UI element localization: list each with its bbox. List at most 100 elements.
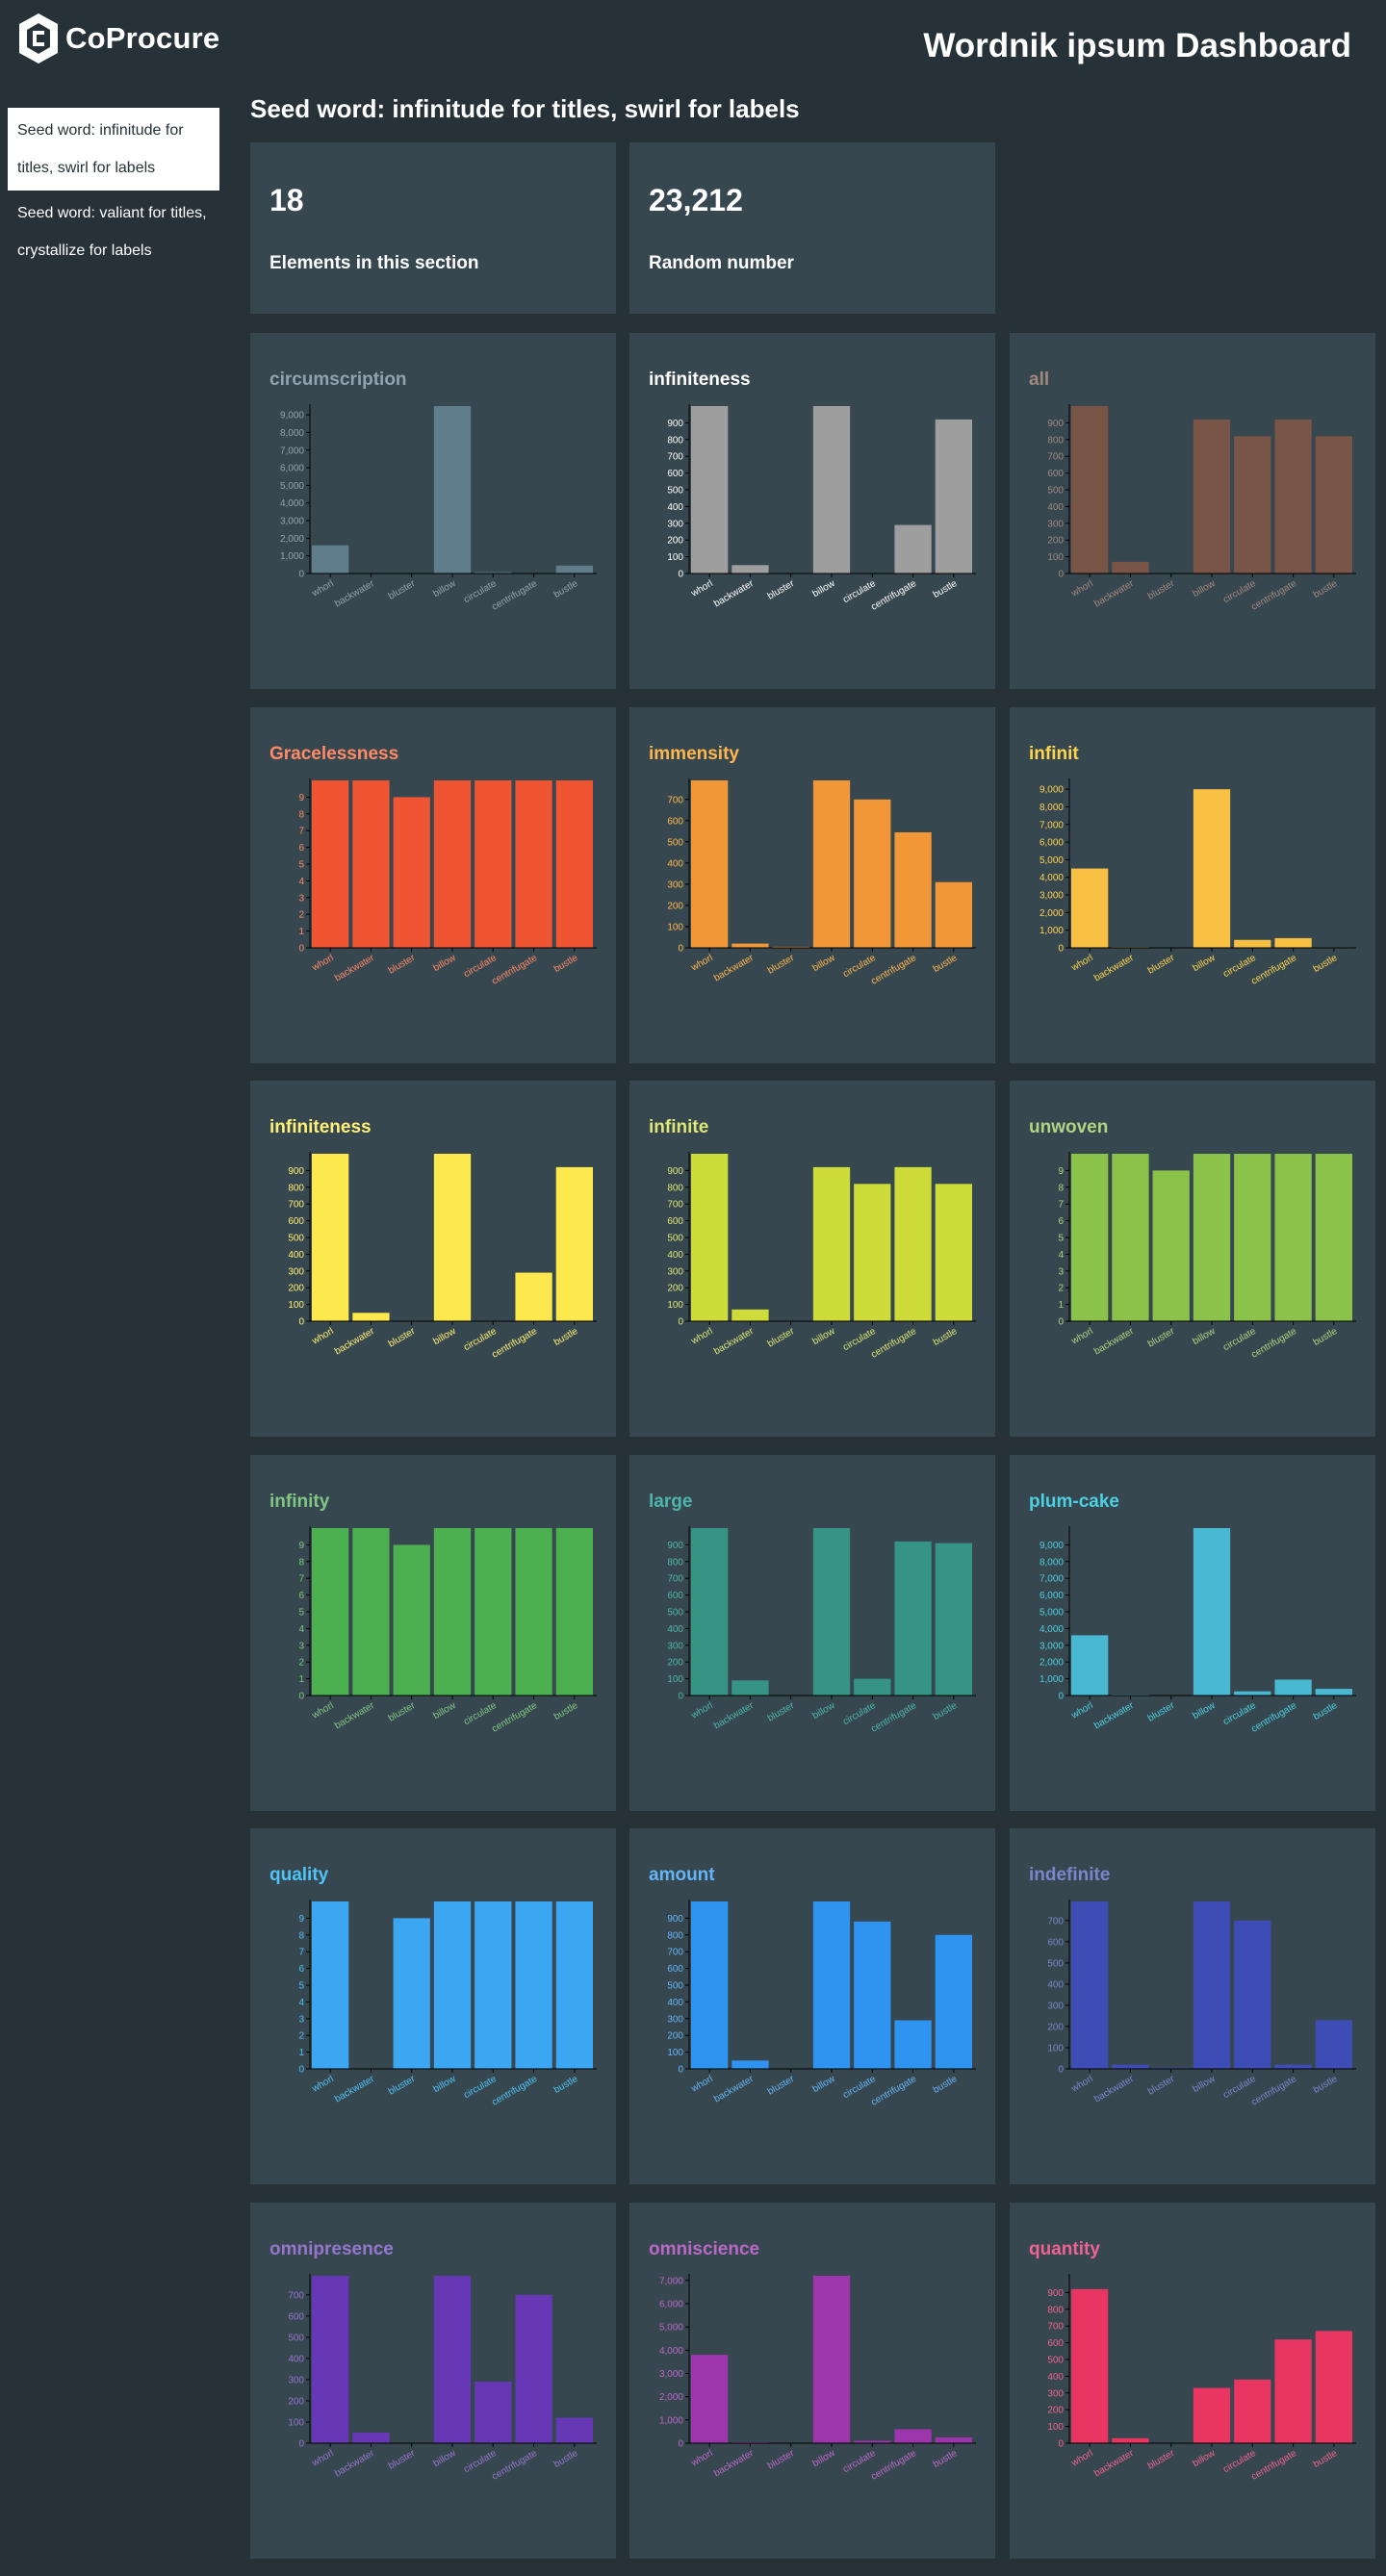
y-tick-label: 8,000 [1040, 1557, 1064, 1568]
bar-circulate [854, 1921, 891, 2069]
bar-billow [812, 1166, 851, 1321]
y-tick-label: 300 [1047, 2388, 1064, 2399]
y-tick-label: 900 [667, 1914, 683, 1925]
bar-billow [1193, 1528, 1231, 1696]
y-tick-label: 400 [667, 1250, 683, 1261]
y-tick-label: 2 [1058, 1284, 1064, 1294]
x-tick-label: whorl [310, 2448, 336, 2469]
x-tick-label: bustle [552, 2074, 580, 2096]
x-tick-label: backwater [712, 2448, 757, 2480]
y-tick-label: 500 [667, 837, 683, 848]
bar-backwater [732, 943, 769, 948]
bar-centrifugate [1274, 1154, 1312, 1321]
bar-circulate [475, 1901, 512, 2069]
y-tick-label: 500 [667, 486, 683, 497]
y-tick-label: 400 [1047, 1979, 1064, 1990]
x-tick-label: billow [431, 953, 458, 974]
y-tick-label: 500 [288, 2333, 304, 2343]
x-tick-label: whorl [1069, 2448, 1095, 2469]
y-tick-label: 600 [288, 1216, 304, 1227]
x-tick-label: billow [1191, 578, 1218, 599]
y-tick-label: 800 [288, 1183, 304, 1193]
y-tick-label: 3 [1058, 1266, 1064, 1277]
x-tick-label: bluster [766, 953, 797, 977]
y-tick-label: 300 [1047, 519, 1064, 529]
x-tick-label: billow [810, 578, 837, 599]
bar-bustle [935, 2436, 972, 2443]
y-tick-label: 300 [667, 519, 683, 529]
y-tick-label: 800 [1047, 435, 1064, 446]
bar-whorl [312, 545, 349, 574]
y-tick-label: 500 [667, 1234, 683, 1244]
x-tick-label: whorl [1069, 1326, 1095, 1347]
x-tick-label: backwater [712, 953, 757, 984]
bar-chart: 0 100 200 300 400 500 600 700 800 900 whorlbackwat… [288, 1152, 597, 1361]
bar-chart: 0123456789whorlbackwater bluster billow cir… [1058, 1152, 1356, 1361]
bar-chart: 0 100 200 300 400 500 600 700 whorlbackwater blus… [667, 778, 976, 987]
bar-backwater [732, 565, 769, 574]
y-tick-label: 900 [667, 419, 683, 429]
coprocure-logo[interactable]: CoProcure [17, 12, 219, 65]
bar-backwater [732, 1309, 769, 1321]
x-tick-label: bluster [766, 2074, 797, 2098]
y-tick-label: 100 [667, 2048, 683, 2058]
y-tick-label: 4,000 [1040, 1624, 1064, 1635]
y-tick-label: 600 [1047, 2338, 1064, 2349]
bar-whorl [691, 406, 729, 574]
section-title: Seed word: infinitude for titles, swirl … [250, 94, 800, 123]
bar-whorl [691, 780, 729, 948]
y-tick-label: 0 [1058, 944, 1064, 955]
x-tick-label: whorl [310, 953, 336, 974]
x-tick-label: bustle [932, 578, 960, 600]
y-tick-label: 3 [298, 1641, 304, 1651]
x-tick-label: backwater [1092, 1700, 1137, 1732]
x-tick-label: bustle [1312, 953, 1340, 975]
bar-whorl [312, 1154, 349, 1321]
bar-chart: 0 1,000 2,000 3,000 4,000 5,000 6,000 7,000 8,00… [280, 404, 597, 613]
x-tick-label: billow [431, 2448, 458, 2469]
sidebar-item-valiant[interactable]: Seed word: valiant for titles, crystalli… [8, 191, 219, 273]
x-tick-label: backwater [333, 2074, 377, 2105]
bar-whorl [312, 2276, 349, 2443]
y-tick-label: 9,000 [1040, 785, 1064, 796]
y-tick-label: 300 [667, 880, 683, 890]
x-tick-label: bustle [552, 2448, 580, 2470]
logo-cube-icon [19, 13, 58, 64]
sidebar-item-infinitude[interactable]: Seed word: infinitude for titles, swirl … [8, 108, 219, 191]
bar-billow [433, 406, 472, 574]
y-tick-label: 400 [667, 1998, 683, 2008]
chart-card: plum-cake 0 1,000 2,000 3,000 4,000 5,000 6,000… [1010, 1455, 1375, 1811]
y-tick-label: 2 [298, 910, 304, 921]
sidebar: Seed word: infinitude for titles, swirl … [8, 108, 219, 273]
bar-bustle [555, 1166, 593, 1321]
y-tick-label: 100 [1047, 2043, 1064, 2053]
y-tick-label: 3,000 [1040, 891, 1064, 902]
bar-circulate [475, 780, 512, 948]
y-tick-label: 700 [667, 452, 683, 463]
y-tick-label: 200 [667, 901, 683, 911]
y-tick-label: 3,000 [659, 2369, 683, 2380]
chart-card: amount 0 100 200 300 400 500 600 700 800 900 whorl b… [629, 1828, 995, 2184]
y-tick-label: 3,000 [280, 517, 304, 527]
y-tick-label: 900 [1047, 2288, 1064, 2299]
bar-centrifugate [894, 524, 932, 574]
bar-chart: 0123456789whorlbackwater bluster billow cir… [298, 1526, 597, 1735]
y-tick-label: 0 [298, 570, 304, 580]
y-tick-label: 3 [298, 2014, 304, 2025]
y-tick-label: 7 [1058, 1200, 1064, 1211]
x-tick-label: whorl [689, 578, 715, 599]
bar-chart: 0123456789whorlbackwater bluster billow cir… [298, 1900, 597, 2108]
stat-label: Elements in this section [270, 253, 479, 273]
y-tick-label: 5,000 [659, 2323, 683, 2334]
y-tick-label: 700 [667, 795, 683, 805]
y-tick-label: 0 [1058, 2065, 1064, 2076]
y-tick-label: 4 [1058, 1250, 1064, 1261]
bar-chart: 0 100 200 300 400 500 600 700 whorlbackwater blus… [288, 2274, 597, 2483]
bar-bustle [1315, 2020, 1352, 2069]
x-tick-label: bustle [552, 1700, 580, 1722]
chart-card: quality 0 1 2 3 4 5 6 7 8 9 whorl backwater bluster bi… [250, 1828, 616, 2184]
y-tick-label: 500 [1047, 2356, 1064, 2366]
stat-value: 18 [270, 183, 304, 217]
x-tick-label: billow [810, 1700, 837, 1722]
y-tick-label: 8,000 [1040, 803, 1064, 813]
